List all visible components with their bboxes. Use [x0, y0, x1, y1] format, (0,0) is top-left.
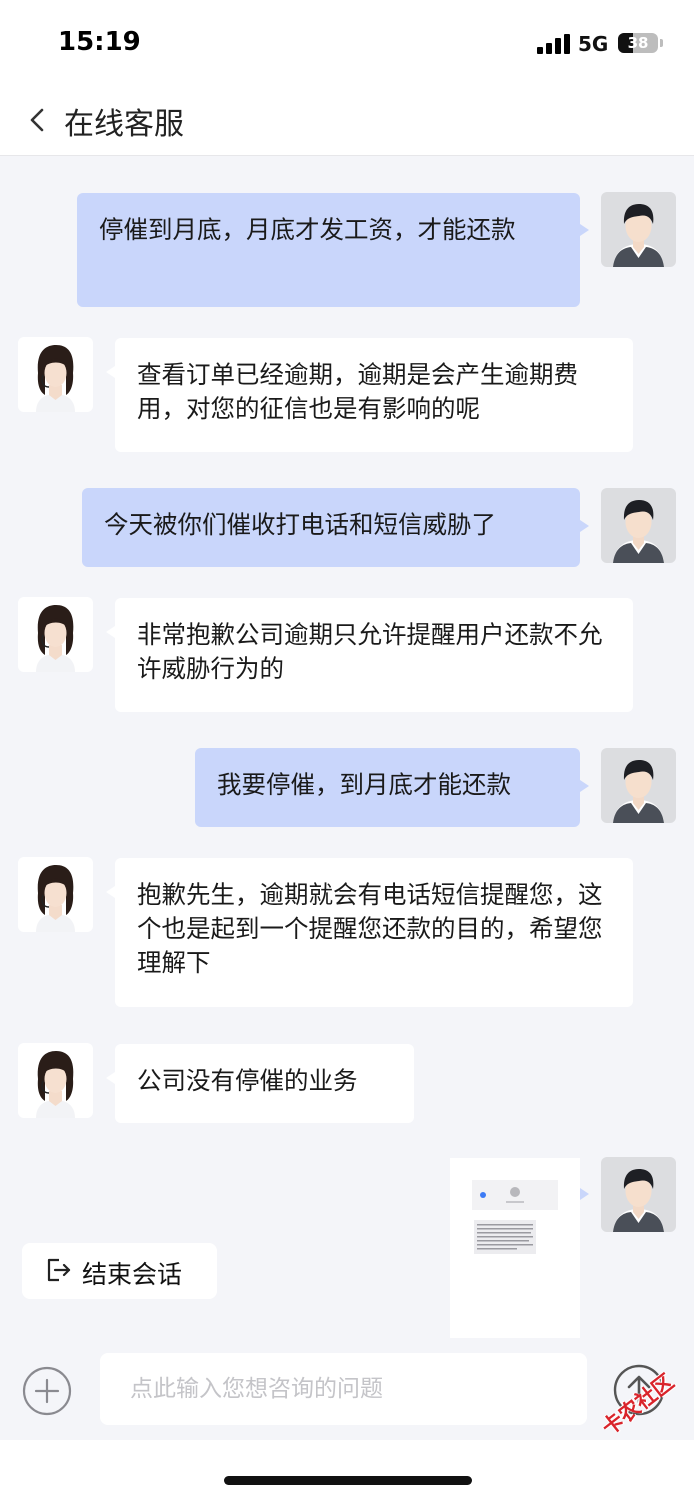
message-input[interactable]: [100, 1353, 587, 1425]
user-message-bubble: 今天被你们催收打电话和短信威胁了: [82, 488, 580, 567]
battery-icon: 38: [618, 33, 658, 53]
message-text: 公司没有停催的业务: [137, 1066, 358, 1095]
agent-message-bubble: 查看订单已经逾期，逾期是会产生逾期费用，对您的征信也是有影响的呢: [115, 338, 633, 452]
plus-icon[interactable]: [22, 1366, 72, 1416]
input-bar: [0, 1340, 694, 1440]
agent-message-bubble: 公司没有停催的业务: [115, 1044, 414, 1123]
message-text: 今天被你们催收打电话和短信威胁了: [104, 510, 496, 539]
user-avatar[interactable]: [601, 192, 676, 267]
agent-avatar[interactable]: [18, 1043, 93, 1118]
message-text: 查看订单已经逾期，逾期是会产生逾期费用，对您的征信也是有影响的呢: [137, 360, 578, 423]
user-avatar[interactable]: [601, 748, 676, 823]
signal-icon: [537, 34, 570, 54]
end-session-label: 结束会话: [82, 1260, 183, 1289]
exit-icon: [47, 1258, 71, 1282]
message-text: 我要停催，到月底才能还款: [217, 770, 511, 799]
agent-message-bubble: 非常抱歉公司逾期只允许提醒用户还款不允许威胁行为的: [115, 598, 633, 712]
image-message[interactable]: [450, 1158, 580, 1338]
status-time: 15:19: [58, 27, 141, 57]
user-avatar[interactable]: [601, 488, 676, 563]
user-avatar[interactable]: [601, 1157, 676, 1232]
message-text: 抱歉先生，逾期就会有电话短信提醒您，这个也是起到一个提醒您还款的目的，希望您理解…: [137, 880, 603, 977]
home-area: [0, 1440, 694, 1500]
agent-message-bubble: 抱歉先生，逾期就会有电话短信提醒您，这个也是起到一个提醒您还款的目的，希望您理解…: [115, 858, 633, 1007]
end-session-button[interactable]: 结束会话: [22, 1243, 217, 1299]
user-message-bubble: 停催到月底，月底才发工资，才能还款: [77, 193, 580, 307]
back-chevron-icon[interactable]: [26, 104, 50, 136]
battery-level: 38: [627, 34, 649, 52]
nav-header: 在线客服: [0, 84, 694, 156]
user-message-bubble: 我要停催，到月底才能还款: [195, 748, 580, 827]
network-type: 5G: [578, 32, 609, 56]
home-indicator[interactable]: [224, 1476, 472, 1485]
message-text: 停催到月底，月底才发工资，才能还款: [99, 215, 516, 244]
page-title: 在线客服: [64, 107, 184, 142]
message-text: 非常抱歉公司逾期只允许提醒用户还款不允许威胁行为的: [137, 620, 603, 683]
agent-avatar[interactable]: [18, 337, 93, 412]
status-bar: 15:19 5G 38: [0, 0, 694, 84]
agent-avatar[interactable]: [18, 597, 93, 672]
agent-avatar[interactable]: [18, 857, 93, 932]
